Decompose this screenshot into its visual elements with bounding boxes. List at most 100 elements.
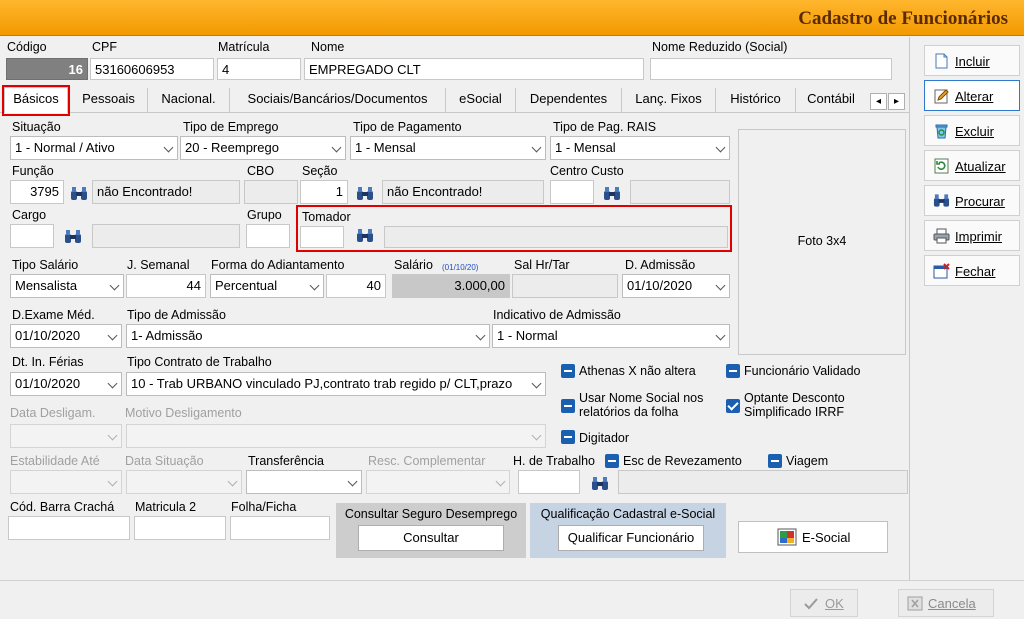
alterar-label: Alterar [955, 89, 994, 104]
photo-frame[interactable]: Foto 3x4 [738, 129, 906, 355]
atualizar-button[interactable]: Atualizar [924, 150, 1020, 181]
tab-nacional[interactable]: Nacional. [148, 88, 230, 112]
grupo-field[interactable] [246, 224, 290, 248]
escala-checkbox[interactable] [605, 454, 619, 468]
d-exame-value: 01/10/2020 [15, 328, 81, 343]
recycle-bin-icon [935, 124, 948, 139]
athenas-checkbox[interactable] [561, 364, 575, 378]
alterar-button[interactable]: Alterar [924, 80, 1020, 111]
folha-ficha-field[interactable] [230, 516, 330, 540]
chevron-down-icon [107, 330, 118, 341]
imprimir-button[interactable]: Imprimir [924, 220, 1020, 251]
dt-ferias-select[interactable]: 01/10/2020 [10, 372, 122, 396]
consultar-button[interactable]: Consultar [358, 525, 504, 551]
escala-label: Esc de Revezamento [623, 454, 742, 468]
incluir-button[interactable]: Incluir [924, 45, 1020, 76]
data-deslig-select[interactable] [10, 424, 122, 448]
tipo-pagamento-select[interactable]: 1 - Mensal [350, 136, 546, 160]
cancela-button[interactable]: Cancela [898, 589, 994, 617]
j-semanal-field[interactable]: 44 [126, 274, 206, 298]
tipo-emprego-label: Tipo de Emprego [183, 120, 279, 134]
data-situacao-select[interactable] [126, 470, 242, 494]
nome-social-checkbox[interactable] [561, 399, 575, 413]
codigo-label: Código [7, 40, 47, 54]
tab-pessoais[interactable]: Pessoais [70, 88, 148, 112]
tab-lanc-fixos[interactable]: Lanç. Fixos [622, 88, 716, 112]
estabilidade-label: Estabilidade Até [10, 454, 100, 468]
matricula2-field[interactable] [134, 516, 226, 540]
binoculars-icon[interactable] [70, 186, 88, 202]
binoculars-icon[interactable] [356, 186, 374, 202]
digitador-checkbox[interactable] [561, 430, 575, 444]
ok-button[interactable]: OK [790, 589, 858, 617]
cod-barra-field[interactable] [8, 516, 130, 540]
binoculars-icon[interactable] [64, 229, 82, 245]
funcionario-validado-checkbox[interactable] [726, 364, 740, 378]
tipo-emprego-value: 20 - Reemprego [185, 140, 279, 155]
tipo-admissao-label: Tipo de Admissão [127, 308, 226, 322]
cancela-label: Cancela [928, 596, 976, 611]
tipo-contrato-select[interactable]: 10 - Trab URBANO vinculado PJ,contrato t… [126, 372, 546, 396]
nome-label: Nome [311, 40, 345, 54]
close-window-icon [933, 263, 950, 279]
tipo-admissao-value: 1- Admissão [131, 328, 203, 343]
codigo-field[interactable]: 16 [6, 58, 88, 80]
motivo-deslig-label: Motivo Desligamento [125, 406, 242, 420]
binoculars-icon[interactable] [591, 476, 609, 492]
tipo-pagamento-label: Tipo de Pagamento [353, 120, 462, 134]
nome-reduzido-field[interactable] [650, 58, 892, 80]
chevron-down-icon [715, 280, 726, 291]
fechar-button[interactable]: Fechar [924, 255, 1020, 286]
tab-contabil[interactable]: Contábil [796, 88, 866, 112]
d-exame-select[interactable]: 01/10/2020 [10, 324, 122, 348]
tipo-salario-select[interactable]: Mensalista [10, 274, 124, 298]
tab-scroll-right[interactable]: ▸ [888, 93, 905, 110]
cpf-field[interactable]: 53160606953 [90, 58, 214, 80]
cargo-code-field[interactable] [10, 224, 54, 248]
nome-field[interactable]: EMPREGADO CLT [304, 58, 644, 80]
situacao-select[interactable]: 1 - Normal / Ativo [10, 136, 178, 160]
motivo-deslig-select[interactable] [126, 424, 546, 448]
optante-checkbox[interactable] [726, 399, 740, 413]
adiantamento-valor-field[interactable]: 40 [326, 274, 386, 298]
centro-custo-code-field[interactable] [550, 180, 594, 204]
d-admissao-label: D. Admissão [625, 258, 696, 272]
tab-historico[interactable]: Histórico [716, 88, 796, 112]
tab-sociais[interactable]: Sociais/Bancários/Documentos [230, 88, 446, 112]
secao-code-field[interactable]: 1 [300, 180, 348, 204]
tipo-emprego-select[interactable]: 20 - Reemprego [180, 136, 346, 160]
forma-adiantamento-select[interactable]: Percentual [210, 274, 324, 298]
cargo-label: Cargo [12, 208, 47, 222]
nome-reduzido-label: Nome Reduzido (Social) [652, 40, 788, 54]
viagem-label: Viagem [786, 454, 829, 468]
title-bar: Cadastro de Funcionários [0, 0, 1024, 36]
binoculars-icon[interactable] [603, 186, 621, 202]
esocial-button[interactable]: E-Social [738, 521, 888, 553]
tab-esocial[interactable]: eSocial [446, 88, 516, 112]
resc-complementar-select[interactable] [366, 470, 510, 494]
indicativo-admissao-select[interactable]: 1 - Normal [492, 324, 730, 348]
chevron-down-icon [309, 280, 320, 291]
d-admissao-select[interactable]: 01/10/2020 [622, 274, 730, 298]
tipo-pag-rais-select[interactable]: 1 - Mensal [550, 136, 730, 160]
chevron-down-icon [531, 430, 542, 441]
tab-dependentes[interactable]: Dependentes [516, 88, 622, 112]
d-exame-label: D.Exame Méd. [12, 308, 95, 322]
h-trabalho-field[interactable] [518, 470, 580, 494]
funcao-code-field[interactable]: 3795 [10, 180, 64, 204]
ok-label: OK [825, 596, 844, 611]
tipo-salario-label: Tipo Salário [12, 258, 79, 272]
estabilidade-select[interactable] [10, 470, 122, 494]
matricula-field[interactable]: 4 [217, 58, 301, 80]
qualificar-button[interactable]: Qualificar Funcionário [558, 525, 704, 551]
tipo-admissao-select[interactable]: 1- Admissão [126, 324, 490, 348]
procurar-button[interactable]: Procurar [924, 185, 1020, 216]
excluir-button[interactable]: Excluir [924, 115, 1020, 146]
chevron-down-icon [495, 476, 506, 487]
procurar-label: Procurar [955, 194, 1005, 209]
chevron-down-icon [331, 142, 342, 153]
transferencia-select[interactable] [246, 470, 362, 494]
tab-scroll-left[interactable]: ◂ [870, 93, 887, 110]
viagem-checkbox[interactable] [768, 454, 782, 468]
forma-adiantamento-value: Percentual [215, 278, 278, 293]
